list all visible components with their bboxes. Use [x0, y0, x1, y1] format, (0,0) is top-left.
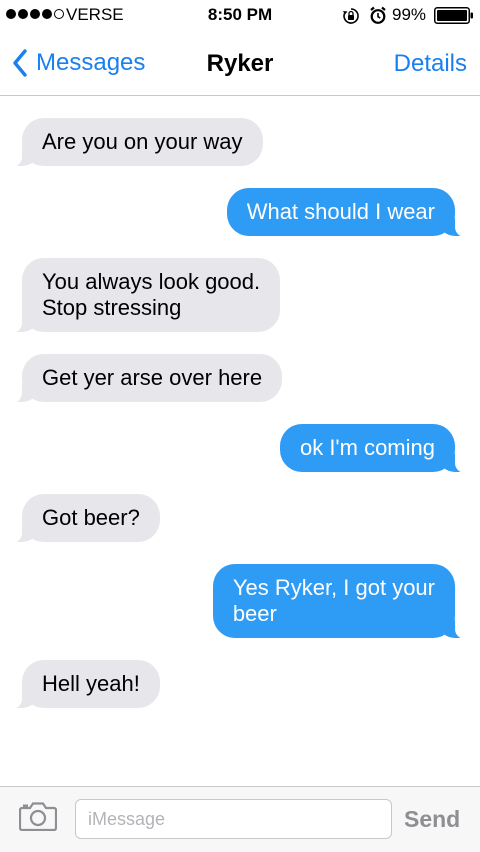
back-button-label: Messages	[36, 49, 146, 76]
message-bubble-incoming[interactable]: Hell yeah!	[8, 660, 160, 709]
message-text: What should I wear	[246, 199, 435, 224]
message-bubble-outgoing[interactable]: Yes Ryker, I got your beer	[212, 564, 470, 639]
message-bubble-incoming[interactable]: You always look good. Stop stressing	[7, 258, 281, 333]
message-text: ok I'm coming	[299, 435, 435, 460]
details-button[interactable]: Details	[394, 50, 467, 78]
status-bar: VERSE 8:50 PM 99%	[0, 0, 480, 30]
message-text: Yes Ryker, I got your beer	[232, 575, 435, 626]
battery-icon	[434, 7, 474, 29]
chevron-left-icon	[13, 49, 27, 77]
camera-button[interactable]	[18, 801, 58, 836]
message-bubble-incoming[interactable]: Get yer arse over here	[7, 354, 283, 403]
message-bubble-outgoing[interactable]: ok I'm coming	[279, 424, 470, 473]
back-button[interactable]: Messages	[12, 47, 145, 79]
message-text: You always look good. Stop stressing	[42, 269, 261, 320]
send-button[interactable]: Send	[404, 806, 460, 833]
navigation-bar: Messages Ryker Details	[0, 30, 480, 96]
battery-percentage: 99%	[392, 5, 427, 24]
alarm-icon	[369, 6, 387, 30]
message-input[interactable]	[75, 799, 392, 839]
message-text: Are you on your way	[42, 129, 243, 154]
camera-icon	[18, 802, 58, 832]
message-text: Got beer?	[42, 505, 140, 530]
message-bubble-outgoing[interactable]: What should I wear	[226, 188, 470, 237]
message-text: Hell yeah!	[42, 671, 140, 696]
message-bubble-incoming[interactable]: Got beer?	[8, 494, 160, 543]
message-text: Get yer arse over here	[42, 365, 263, 390]
message-composer: Send	[0, 786, 480, 852]
orientation-lock-icon	[342, 7, 360, 30]
message-bubble-incoming[interactable]: Are you on your way	[8, 118, 263, 167]
